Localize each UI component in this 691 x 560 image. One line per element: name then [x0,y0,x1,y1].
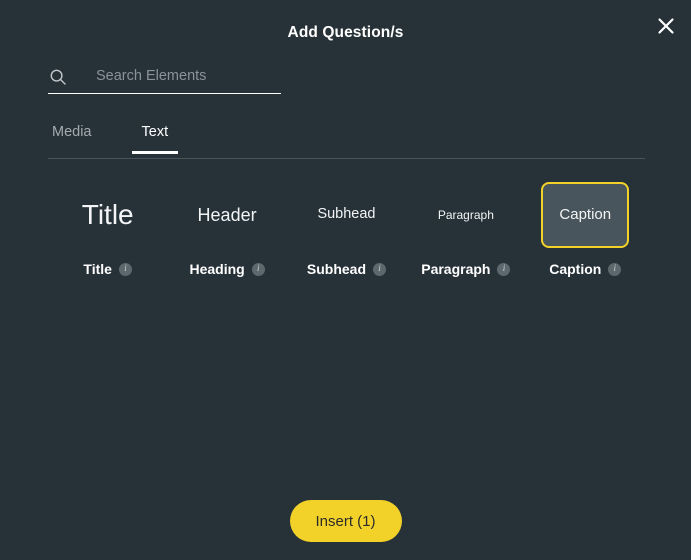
element-label-row: Title i [83,262,132,276]
element-label-row: Caption i [549,261,622,277]
element-label: Title [83,261,112,277]
element-option-subhead: Subhead Subhead i [287,182,406,276]
element-label: Caption [549,261,602,277]
element-grid: Title Title i Header Heading i Subhead S… [48,182,645,276]
add-questions-modal: Add Question/s Media Text Title [0,0,691,560]
element-option-title: Title Title i [48,182,167,276]
close-icon[interactable] [650,10,682,42]
element-option-caption: Caption Caption i [526,182,645,276]
element-preview-text: Header [197,204,257,225]
element-option-paragraph: Paragraph Paragraph i [406,182,525,276]
element-preview-text: Paragraph [437,207,494,222]
element-preview-card[interactable]: Subhead [302,182,390,248]
search-input[interactable] [72,63,283,90]
info-icon[interactable]: i [118,262,132,276]
info-icon[interactable]: i [497,262,511,276]
tab-divider [48,158,645,159]
element-option-heading: Header Heading i [167,182,286,276]
insert-button[interactable]: Insert (1) [289,500,402,542]
modal-header: Add Question/s [0,0,691,56]
element-preview-card[interactable]: Header [183,182,271,248]
tab-bar: Media Text [48,122,645,160]
tab-text[interactable]: Text [131,122,178,154]
modal-footer: Insert (1) [0,482,691,560]
element-label: Subhead [306,261,367,277]
element-label-row: Heading i [189,261,265,277]
element-label-row: Paragraph i [421,261,511,277]
element-label: Paragraph [421,261,491,277]
element-preview-card[interactable]: Title [64,182,152,248]
element-label-row: Subhead i [306,261,387,277]
info-icon[interactable]: i [608,262,622,276]
element-preview-card-selected[interactable]: Caption [541,182,630,248]
element-preview-card[interactable]: Paragraph [422,182,510,248]
tab-media[interactable]: Media [48,122,96,154]
element-preview-text: Subhead [317,206,376,223]
info-icon[interactable]: i [373,262,387,276]
modal-title: Add Question/s [287,24,404,41]
search-bar[interactable] [48,60,283,94]
element-preview-text: Caption [559,206,612,224]
info-icon[interactable]: i [251,262,265,276]
element-label: Heading [189,261,245,277]
search-icon [48,67,68,87]
element-preview-text: Title [81,199,134,231]
